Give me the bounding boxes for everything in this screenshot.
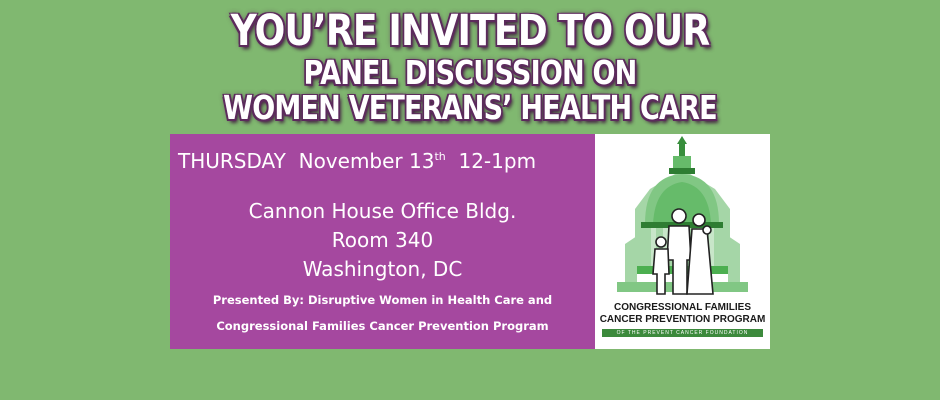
headline-topic: WOMEN VETERANS’ HEALTH CARE (223, 88, 717, 127)
event-details-panel: THURSDAY November 13th 12-1pm Cannon Hou… (170, 134, 595, 349)
presented-by-line1: Presented By: Disruptive Women in Health… (212, 293, 553, 307)
event-date-suffix: th (434, 150, 446, 163)
event-date: November 13 (298, 149, 435, 173)
headline-invite: YOU’RE INVITED TO OUR (230, 6, 711, 56)
event-date-time: THURSDAY November 13th 12-1pm (178, 148, 603, 178)
event-day: THURSDAY (178, 149, 286, 173)
event-time: 12-1pm (458, 149, 537, 173)
capitol-dome-family-icon (617, 136, 748, 295)
logo-title-line2: CANCER PREVENTION PROGRAM (599, 314, 766, 325)
event-room: Room 340 (331, 228, 434, 252)
sponsor-logo: CONGRESSIONAL FAMILIES CANCER PREVENTION… (595, 134, 770, 349)
headline-panel: PANEL DISCUSSION ON (303, 53, 638, 92)
presented-by-line2: Congressional Families Cancer Prevention… (216, 319, 549, 333)
logo-tagline: OF THE PREVENT CANCER FOUNDATION (602, 329, 763, 337)
logo-title-line1: CONGRESSIONAL FAMILIES (613, 302, 752, 313)
event-city: Washington, DC (302, 257, 463, 281)
event-venue: Cannon House Office Bldg. (248, 199, 517, 223)
